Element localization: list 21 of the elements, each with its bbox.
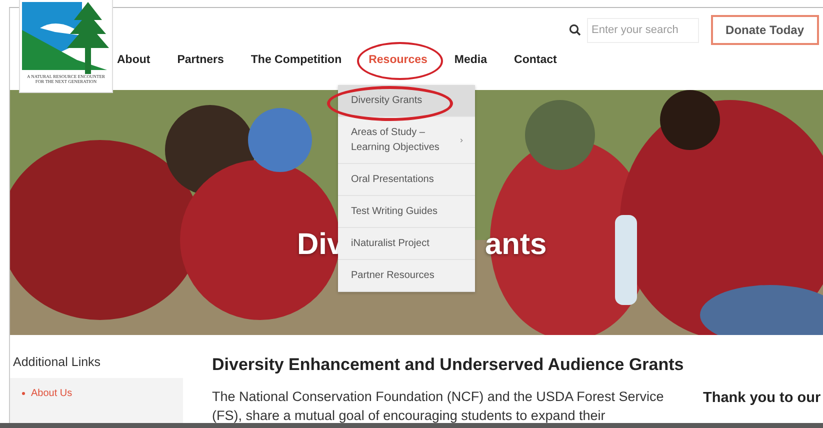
article-paragraph: (FS), share a mutual goal of encouraging students to expand their xyxy=(212,407,606,425)
nav-link[interactable]: The Competition xyxy=(250,54,342,66)
search-field[interactable]: Enter your search xyxy=(586,18,699,42)
nav-link[interactable]: Media xyxy=(454,54,488,66)
dropdown-item[interactable]: iNaturalist Project xyxy=(338,228,475,260)
dropdown-item[interactable]: Diversity Grants xyxy=(338,85,475,117)
article-paragraph: The National Conservation Foundation (NCF) and the USDA Forest Service xyxy=(212,388,665,406)
dropdown-item[interactable]: Areas of Study – Learning Objectives xyxy=(338,117,475,164)
nav-link[interactable]: Contact xyxy=(514,54,557,66)
dropdown-item[interactable]: Test Writing Guides xyxy=(338,196,475,228)
sidebar-title: Additional Links xyxy=(13,355,102,369)
hero-title: ants xyxy=(485,228,547,262)
dropdown-item[interactable]: Oral Presentations xyxy=(338,164,475,196)
article-heading: Diversity Enhancement and Underserved Audience Grants xyxy=(212,355,685,375)
nav-link[interactable]: Resources xyxy=(368,54,428,66)
dropdown-item[interactable]: Partner Resources xyxy=(338,260,475,292)
nav-link[interactable]: About xyxy=(117,54,150,66)
nav-link[interactable]: Partners xyxy=(177,54,224,66)
sidebar-link[interactable]: About Us xyxy=(22,388,183,399)
donate-button[interactable]: Donate Today xyxy=(710,15,819,45)
sponsor-heading: Thank you to our xyxy=(703,390,821,408)
